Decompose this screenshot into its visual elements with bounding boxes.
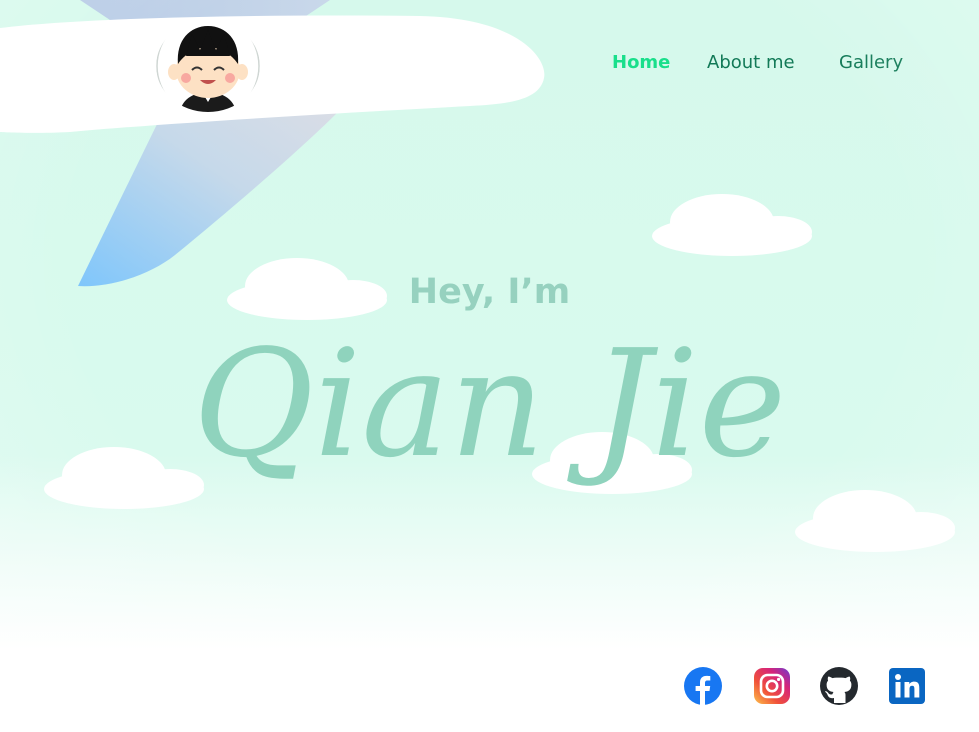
instagram-icon [754, 668, 790, 704]
facebook-link[interactable] [684, 667, 722, 705]
github-icon [820, 667, 858, 705]
github-link[interactable] [820, 667, 858, 705]
avatar[interactable] [156, 20, 260, 112]
linkedin-link[interactable] [888, 667, 926, 705]
hero-background: Home About me Gallery Hey, I’m Qian Jie [0, 0, 979, 650]
avatar-face-icon [156, 20, 260, 112]
nav-about-link[interactable]: About me [707, 52, 795, 73]
cloud-icon [795, 490, 955, 552]
main-nav: Home About me Gallery [612, 52, 912, 78]
facebook-icon [684, 667, 722, 705]
hero-name: Qian Jie [192, 318, 787, 490]
cloud-icon [652, 194, 812, 256]
nav-gallery-link[interactable]: Gallery [839, 52, 903, 73]
nav-home-link[interactable]: Home [612, 52, 670, 73]
linkedin-icon [889, 668, 925, 704]
airplane-illustration [0, 0, 545, 287]
hero-greeting: Hey, I’m [408, 272, 571, 312]
instagram-link[interactable] [753, 667, 791, 705]
